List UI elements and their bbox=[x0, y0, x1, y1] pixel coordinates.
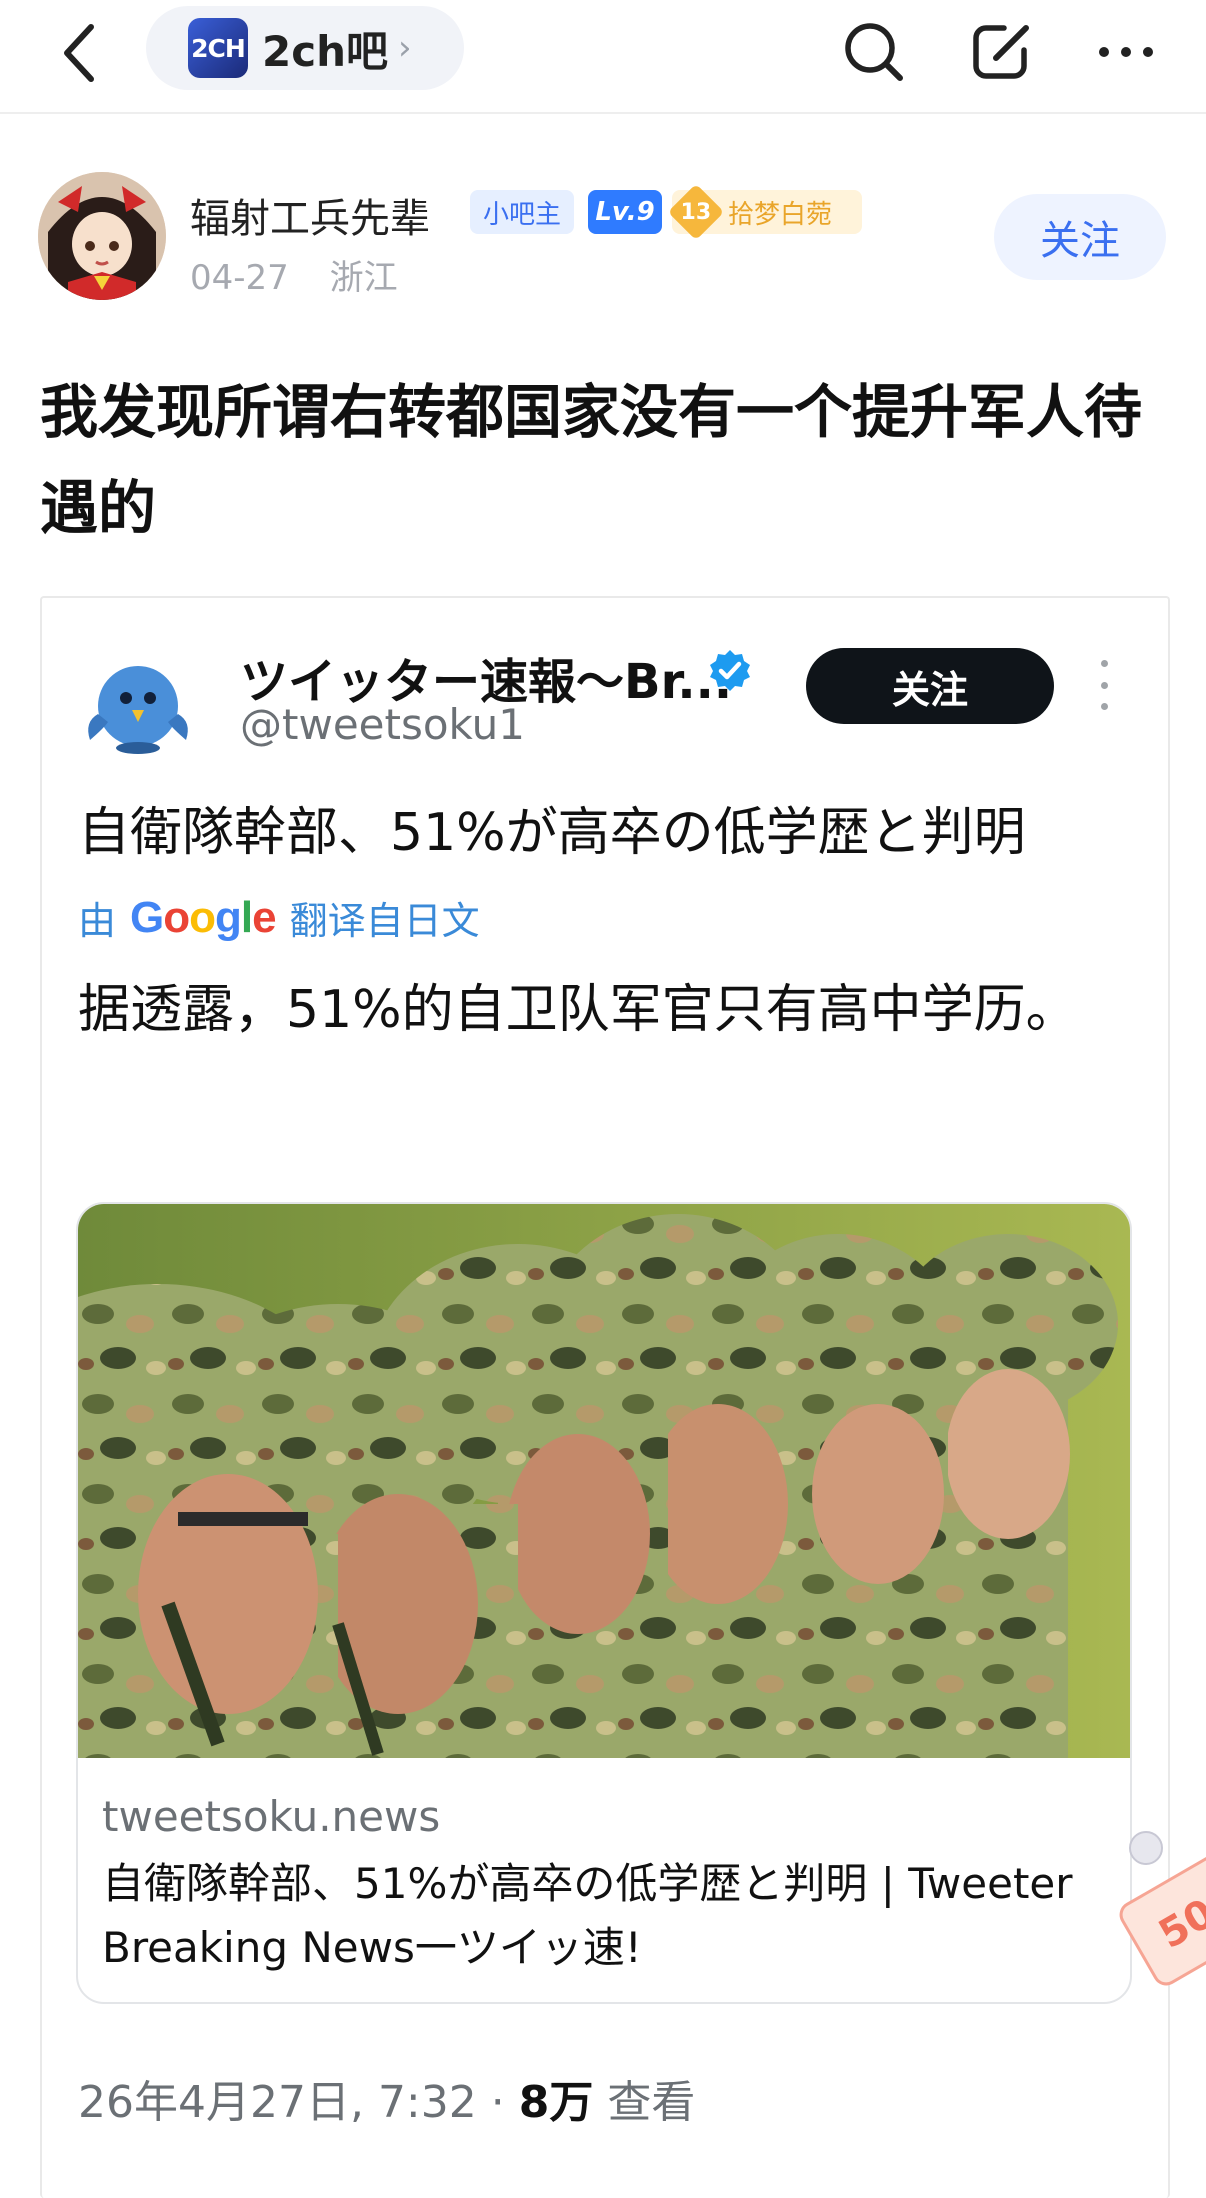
edit-button[interactable] bbox=[964, 14, 1040, 90]
translation-attribution[interactable]: 由 Google 翻译自日文 bbox=[78, 890, 480, 945]
tweet-handle: @tweetsoku1 bbox=[240, 700, 525, 749]
edit-icon bbox=[973, 25, 1029, 79]
more-button[interactable] bbox=[1088, 14, 1164, 90]
fan-badge: 13 拾梦白菀 bbox=[667, 183, 862, 241]
search-icon bbox=[845, 23, 903, 81]
tweet-view-count: 8万 bbox=[518, 2077, 594, 2128]
verified-badge-icon bbox=[708, 648, 752, 692]
follow-author-button[interactable]: 关注 bbox=[994, 194, 1166, 280]
post-title: 我发现所谓右转都国家没有一个提升军人待遇的 bbox=[40, 378, 1143, 542]
link-domain: tweetsoku.news bbox=[102, 1792, 441, 1841]
post-date: 04-27 bbox=[190, 258, 289, 298]
google-logo: Google bbox=[130, 892, 277, 942]
fan-badge-label: 拾梦白菀 bbox=[728, 199, 833, 230]
link-title: 自衛隊幹部、51%が高卒の低学歴と判明 | Tweeter Breaking N… bbox=[102, 1859, 1073, 1972]
chevron-right-icon: › bbox=[398, 28, 412, 68]
forum-entry[interactable]: 2CH 2ch吧 › bbox=[146, 6, 464, 90]
level-badge: Lv.9 bbox=[588, 190, 662, 234]
forum-name: 2ch吧 bbox=[262, 26, 389, 76]
floating-promo-sticker[interactable]: 50 bbox=[1110, 1820, 1206, 1990]
soldiers-photo bbox=[78, 1204, 1130, 1758]
author-avatar[interactable] bbox=[38, 172, 166, 300]
tweet-original-text: 自衛隊幹部、51%が高卒の低学歴と判明 bbox=[78, 803, 1026, 863]
translate-suffix: 翻译自日文 bbox=[289, 899, 480, 943]
tweet-follow-button[interactable]: 关注 bbox=[806, 648, 1054, 724]
post-meta: 04-27 浙江 bbox=[190, 250, 398, 299]
tweet-author-avatar bbox=[80, 644, 196, 760]
chevron-left-icon bbox=[64, 24, 94, 82]
tweet-timestamp: 26年4月27日, 7:32 · bbox=[78, 2077, 519, 2128]
more-horizontal-icon bbox=[1099, 47, 1153, 57]
forum-logo: 2CH bbox=[188, 18, 248, 78]
tweet-more-icon[interactable] bbox=[1092, 660, 1116, 710]
post-location: 浙江 bbox=[329, 258, 398, 298]
translate-prefix: 由 bbox=[78, 899, 117, 943]
forum-owner-badge: 小吧主 bbox=[470, 190, 574, 234]
tweet-translated-text: 据透露，51%的自卫队军官只有高中学历。 bbox=[78, 980, 1078, 1040]
fan-level-icon: 13 bbox=[667, 183, 725, 241]
back-button[interactable] bbox=[44, 18, 114, 88]
author-name[interactable]: 辐射工兵先辈 bbox=[190, 186, 430, 244]
tweet-view-label: 查看 bbox=[593, 2077, 696, 2128]
search-button[interactable] bbox=[836, 14, 912, 90]
tweet-footer: 26年4月27日, 7:32 · 8万 查看 bbox=[78, 2066, 695, 2130]
bird-avatar-icon bbox=[88, 666, 188, 754]
